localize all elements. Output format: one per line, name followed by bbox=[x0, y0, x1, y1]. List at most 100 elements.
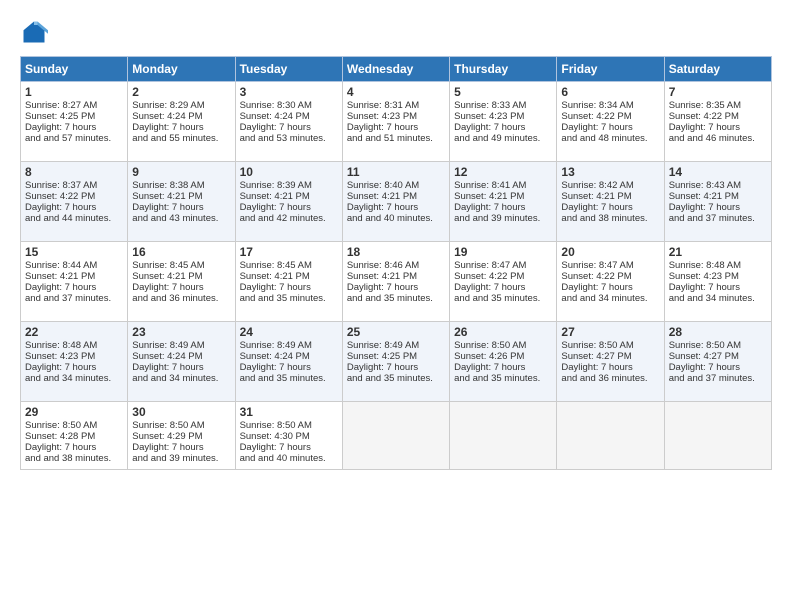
daylight-text-cont: and and 35 minutes. bbox=[240, 373, 326, 384]
calendar-cell: 26Sunrise: 8:50 AMSunset: 4:26 PMDayligh… bbox=[450, 322, 557, 402]
sunrise-text: Sunrise: 8:37 AM bbox=[25, 180, 97, 191]
daylight-text: Daylight: 7 hours bbox=[240, 442, 311, 453]
daylight-text-cont: and and 35 minutes. bbox=[454, 293, 540, 304]
daylight-text-cont: and and 34 minutes. bbox=[669, 293, 755, 304]
calendar-week-row: 1Sunrise: 8:27 AMSunset: 4:25 PMDaylight… bbox=[21, 82, 772, 162]
sunset-text: Sunset: 4:21 PM bbox=[669, 191, 739, 202]
calendar-cell: 20Sunrise: 8:47 AMSunset: 4:22 PMDayligh… bbox=[557, 242, 664, 322]
daylight-text: Daylight: 7 hours bbox=[669, 202, 740, 213]
daylight-text: Daylight: 7 hours bbox=[25, 122, 96, 133]
sunset-text: Sunset: 4:23 PM bbox=[454, 111, 524, 122]
daylight-text-cont: and and 37 minutes. bbox=[669, 213, 755, 224]
header bbox=[20, 18, 772, 46]
calendar-cell: 15Sunrise: 8:44 AMSunset: 4:21 PMDayligh… bbox=[21, 242, 128, 322]
day-number: 13 bbox=[561, 165, 659, 179]
day-number: 5 bbox=[454, 85, 552, 99]
calendar-week-row: 15Sunrise: 8:44 AMSunset: 4:21 PMDayligh… bbox=[21, 242, 772, 322]
daylight-text: Daylight: 7 hours bbox=[561, 362, 632, 373]
page: SundayMondayTuesdayWednesdayThursdayFrid… bbox=[0, 0, 792, 612]
daylight-text-cont: and and 39 minutes. bbox=[132, 453, 218, 464]
daylight-text-cont: and and 37 minutes. bbox=[669, 373, 755, 384]
calendar-cell bbox=[342, 402, 449, 470]
sunrise-text: Sunrise: 8:49 AM bbox=[347, 340, 419, 351]
daylight-text-cont: and and 35 minutes. bbox=[347, 293, 433, 304]
sunset-text: Sunset: 4:30 PM bbox=[240, 431, 310, 442]
logo-icon bbox=[20, 18, 48, 46]
day-number: 17 bbox=[240, 245, 338, 259]
daylight-text-cont: and and 55 minutes. bbox=[132, 133, 218, 144]
sunrise-text: Sunrise: 8:35 AM bbox=[669, 100, 741, 111]
day-number: 25 bbox=[347, 325, 445, 339]
sunset-text: Sunset: 4:23 PM bbox=[347, 111, 417, 122]
daylight-text-cont: and and 38 minutes. bbox=[561, 213, 647, 224]
sunrise-text: Sunrise: 8:44 AM bbox=[25, 260, 97, 271]
calendar-cell: 14Sunrise: 8:43 AMSunset: 4:21 PMDayligh… bbox=[664, 162, 771, 242]
sunrise-text: Sunrise: 8:29 AM bbox=[132, 100, 204, 111]
daylight-text: Daylight: 7 hours bbox=[240, 362, 311, 373]
daylight-text-cont: and and 34 minutes. bbox=[132, 373, 218, 384]
day-header-friday: Friday bbox=[557, 57, 664, 82]
daylight-text: Daylight: 7 hours bbox=[347, 282, 418, 293]
day-number: 27 bbox=[561, 325, 659, 339]
sunrise-text: Sunrise: 8:48 AM bbox=[669, 260, 741, 271]
daylight-text: Daylight: 7 hours bbox=[561, 122, 632, 133]
calendar-cell: 5Sunrise: 8:33 AMSunset: 4:23 PMDaylight… bbox=[450, 82, 557, 162]
daylight-text: Daylight: 7 hours bbox=[132, 122, 203, 133]
daylight-text: Daylight: 7 hours bbox=[454, 282, 525, 293]
sunset-text: Sunset: 4:24 PM bbox=[132, 351, 202, 362]
calendar-cell: 16Sunrise: 8:45 AMSunset: 4:21 PMDayligh… bbox=[128, 242, 235, 322]
daylight-text: Daylight: 7 hours bbox=[132, 202, 203, 213]
daylight-text: Daylight: 7 hours bbox=[454, 122, 525, 133]
day-number: 21 bbox=[669, 245, 767, 259]
sunrise-text: Sunrise: 8:50 AM bbox=[25, 420, 97, 431]
calendar-cell: 4Sunrise: 8:31 AMSunset: 4:23 PMDaylight… bbox=[342, 82, 449, 162]
calendar-cell: 10Sunrise: 8:39 AMSunset: 4:21 PMDayligh… bbox=[235, 162, 342, 242]
sunset-text: Sunset: 4:25 PM bbox=[347, 351, 417, 362]
calendar-week-row: 22Sunrise: 8:48 AMSunset: 4:23 PMDayligh… bbox=[21, 322, 772, 402]
daylight-text-cont: and and 46 minutes. bbox=[669, 133, 755, 144]
calendar-cell: 22Sunrise: 8:48 AMSunset: 4:23 PMDayligh… bbox=[21, 322, 128, 402]
sunset-text: Sunset: 4:26 PM bbox=[454, 351, 524, 362]
daylight-text: Daylight: 7 hours bbox=[454, 362, 525, 373]
sunset-text: Sunset: 4:22 PM bbox=[454, 271, 524, 282]
daylight-text-cont: and and 35 minutes. bbox=[454, 373, 540, 384]
calendar-week-row: 29Sunrise: 8:50 AMSunset: 4:28 PMDayligh… bbox=[21, 402, 772, 470]
calendar-cell: 23Sunrise: 8:49 AMSunset: 4:24 PMDayligh… bbox=[128, 322, 235, 402]
daylight-text: Daylight: 7 hours bbox=[561, 282, 632, 293]
day-number: 14 bbox=[669, 165, 767, 179]
sunrise-text: Sunrise: 8:47 AM bbox=[561, 260, 633, 271]
daylight-text: Daylight: 7 hours bbox=[669, 122, 740, 133]
day-header-thursday: Thursday bbox=[450, 57, 557, 82]
daylight-text-cont: and and 53 minutes. bbox=[240, 133, 326, 144]
calendar-cell bbox=[557, 402, 664, 470]
daylight-text-cont: and and 51 minutes. bbox=[347, 133, 433, 144]
daylight-text: Daylight: 7 hours bbox=[25, 282, 96, 293]
daylight-text: Daylight: 7 hours bbox=[240, 282, 311, 293]
day-number: 11 bbox=[347, 165, 445, 179]
daylight-text: Daylight: 7 hours bbox=[132, 442, 203, 453]
calendar-cell: 2Sunrise: 8:29 AMSunset: 4:24 PMDaylight… bbox=[128, 82, 235, 162]
daylight-text-cont: and and 40 minutes. bbox=[347, 213, 433, 224]
sunrise-text: Sunrise: 8:42 AM bbox=[561, 180, 633, 191]
calendar-cell: 1Sunrise: 8:27 AMSunset: 4:25 PMDaylight… bbox=[21, 82, 128, 162]
sunrise-text: Sunrise: 8:40 AM bbox=[347, 180, 419, 191]
daylight-text: Daylight: 7 hours bbox=[347, 202, 418, 213]
calendar-cell: 27Sunrise: 8:50 AMSunset: 4:27 PMDayligh… bbox=[557, 322, 664, 402]
calendar-cell: 30Sunrise: 8:50 AMSunset: 4:29 PMDayligh… bbox=[128, 402, 235, 470]
sunset-text: Sunset: 4:22 PM bbox=[561, 271, 631, 282]
daylight-text-cont: and and 35 minutes. bbox=[347, 373, 433, 384]
calendar-cell: 31Sunrise: 8:50 AMSunset: 4:30 PMDayligh… bbox=[235, 402, 342, 470]
daylight-text: Daylight: 7 hours bbox=[454, 202, 525, 213]
day-number: 8 bbox=[25, 165, 123, 179]
sunset-text: Sunset: 4:28 PM bbox=[25, 431, 95, 442]
calendar-header-row: SundayMondayTuesdayWednesdayThursdayFrid… bbox=[21, 57, 772, 82]
sunset-text: Sunset: 4:25 PM bbox=[25, 111, 95, 122]
day-number: 22 bbox=[25, 325, 123, 339]
calendar-cell: 21Sunrise: 8:48 AMSunset: 4:23 PMDayligh… bbox=[664, 242, 771, 322]
sunset-text: Sunset: 4:23 PM bbox=[669, 271, 739, 282]
sunset-text: Sunset: 4:21 PM bbox=[132, 271, 202, 282]
day-number: 23 bbox=[132, 325, 230, 339]
daylight-text-cont: and and 35 minutes. bbox=[240, 293, 326, 304]
calendar-cell: 8Sunrise: 8:37 AMSunset: 4:22 PMDaylight… bbox=[21, 162, 128, 242]
calendar-cell: 28Sunrise: 8:50 AMSunset: 4:27 PMDayligh… bbox=[664, 322, 771, 402]
